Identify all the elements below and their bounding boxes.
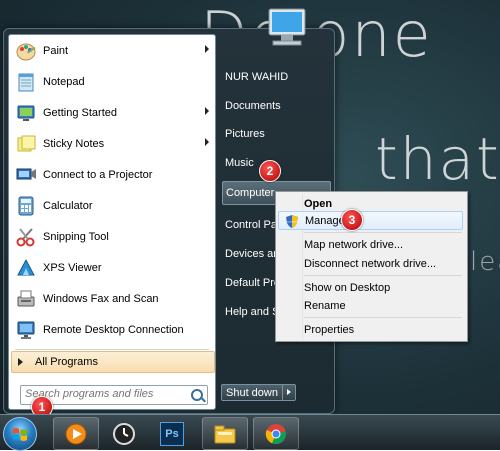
program-xps-viewer[interactable]: XPS Viewer bbox=[9, 252, 215, 283]
projector-icon bbox=[15, 164, 37, 186]
documents-link[interactable]: Documents bbox=[222, 95, 335, 117]
program-connect-projector[interactable]: Connect to a Projector bbox=[9, 159, 215, 190]
paint-icon bbox=[15, 40, 37, 62]
taskbar-media-player[interactable] bbox=[53, 417, 99, 450]
notepad-icon bbox=[15, 71, 37, 93]
taskbar-chrome[interactable] bbox=[253, 417, 299, 450]
program-label: XPS Viewer bbox=[43, 261, 102, 274]
scissors-icon bbox=[15, 226, 37, 248]
program-label: Connect to a Projector bbox=[43, 168, 153, 181]
chrome-icon bbox=[265, 423, 286, 444]
taskbar-photoshop[interactable]: Ps bbox=[149, 417, 195, 450]
program-label: Remote Desktop Connection bbox=[43, 323, 184, 336]
menu-separator bbox=[304, 317, 462, 318]
program-calculator[interactable]: Calculator bbox=[9, 190, 215, 221]
media-player-icon bbox=[65, 423, 87, 444]
program-snipping-tool[interactable]: Snipping Tool bbox=[9, 221, 215, 252]
getting-started-icon bbox=[15, 102, 37, 124]
menu-item-properties[interactable]: Properties bbox=[278, 320, 463, 339]
photoshop-label: Ps bbox=[165, 427, 179, 440]
program-label: Calculator bbox=[43, 199, 93, 212]
step-badge-3: 3 bbox=[341, 209, 363, 231]
shutdown-group: Shut down bbox=[221, 384, 296, 401]
sticky-notes-icon bbox=[15, 133, 37, 155]
menu-item-map-network-drive[interactable]: Map network drive... bbox=[278, 235, 463, 254]
start-button[interactable] bbox=[3, 417, 37, 451]
divider bbox=[15, 349, 209, 350]
program-label: Notepad bbox=[43, 75, 85, 88]
xps-viewer-icon bbox=[15, 257, 37, 279]
clock-gadget-icon bbox=[113, 422, 135, 445]
taskbar-file-explorer[interactable] bbox=[202, 417, 248, 450]
program-fax-scan[interactable]: Windows Fax and Scan bbox=[9, 283, 215, 314]
wallpaper-text: lea bbox=[470, 247, 500, 277]
program-label: Snipping Tool bbox=[43, 230, 109, 243]
file-explorer-icon bbox=[214, 425, 236, 443]
taskbar-clock-gadget[interactable] bbox=[101, 417, 147, 450]
program-label: Sticky Notes bbox=[43, 137, 105, 150]
expand-arrow-icon bbox=[18, 358, 23, 366]
pictures-link[interactable]: Pictures bbox=[222, 123, 335, 145]
menu-separator bbox=[304, 232, 462, 233]
remote-desktop-icon bbox=[15, 319, 37, 341]
search-icon[interactable] bbox=[191, 389, 203, 401]
step-badge-2: 2 bbox=[259, 160, 281, 182]
wallpaper-text: that bbox=[375, 125, 500, 193]
uac-shield-icon bbox=[286, 215, 298, 228]
program-remote-desktop[interactable]: Remote Desktop Connection bbox=[9, 314, 215, 345]
submenu-arrow-icon bbox=[205, 138, 209, 146]
program-sticky-notes[interactable]: Sticky Notes bbox=[9, 128, 215, 159]
fax-icon bbox=[15, 288, 37, 310]
windows-logo-icon bbox=[13, 428, 27, 441]
program-paint[interactable]: Paint bbox=[9, 35, 215, 66]
calculator-icon bbox=[15, 195, 37, 217]
program-label: Getting Started bbox=[43, 106, 117, 119]
menu-item-manage[interactable]: Manage bbox=[278, 211, 463, 230]
all-programs-button[interactable]: All Programs bbox=[11, 351, 215, 373]
all-programs-label: All Programs bbox=[35, 356, 98, 368]
submenu-arrow-icon bbox=[205, 107, 209, 115]
user-name-link[interactable]: NUR WAHID bbox=[222, 66, 335, 88]
start-menu-program-list: Paint Notepad Getting Started Sticky Not… bbox=[8, 34, 216, 410]
shutdown-options-arrow-icon[interactable] bbox=[282, 384, 296, 401]
program-label: Windows Fax and Scan bbox=[43, 292, 159, 305]
computer-icon bbox=[268, 8, 306, 46]
shutdown-button[interactable]: Shut down bbox=[221, 384, 283, 401]
menu-item-show-on-desktop[interactable]: Show on Desktop bbox=[278, 278, 463, 297]
menu-item-rename[interactable]: Rename bbox=[278, 296, 463, 315]
menu-item-disconnect-network-drive[interactable]: Disconnect network drive... bbox=[278, 254, 463, 273]
submenu-arrow-icon bbox=[205, 45, 209, 53]
menu-separator bbox=[304, 275, 462, 276]
program-label: Paint bbox=[43, 44, 69, 57]
menu-item-label: Manage bbox=[305, 214, 345, 227]
photoshop-icon: Ps bbox=[160, 421, 184, 446]
taskbar: Ps bbox=[0, 414, 500, 451]
computer-context-menu: Open Manage Map network drive... Disconn… bbox=[275, 191, 468, 342]
program-getting-started[interactable]: Getting Started bbox=[9, 97, 215, 128]
program-notepad[interactable]: Notepad bbox=[9, 66, 215, 97]
